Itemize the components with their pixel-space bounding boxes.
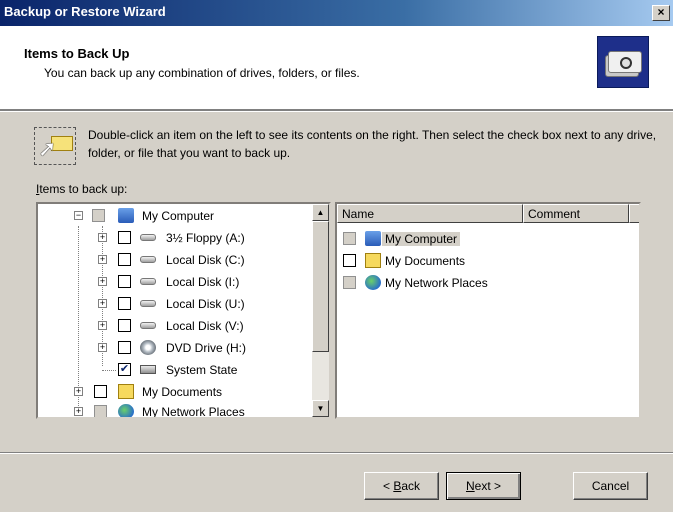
tree-item-label: Local Disk (C:) xyxy=(166,253,245,267)
tree-checkbox[interactable] xyxy=(118,319,131,332)
double-click-hint-icon: ➚ xyxy=(34,127,76,165)
tree-checkbox[interactable] xyxy=(118,253,131,266)
expand-icon[interactable]: + xyxy=(98,233,107,242)
tree-item-my-documents[interactable]: + My Documents xyxy=(38,382,314,402)
network-places-icon xyxy=(365,275,381,290)
tree-checkbox[interactable] xyxy=(118,231,131,244)
computer-icon xyxy=(118,208,134,223)
tree-item-label: 3½ Floppy (A:) xyxy=(166,231,245,245)
items-tree-view[interactable]: − My Computer + 3½ Floppy (A:) + Local D… xyxy=(36,202,331,419)
tree-checkbox[interactable] xyxy=(92,209,105,222)
backup-wizard-icon xyxy=(597,36,649,88)
list-checkbox[interactable] xyxy=(343,276,356,289)
tree-item-network-places[interactable]: + My Network Places xyxy=(38,402,314,419)
tree-item-label: Local Disk (V:) xyxy=(166,319,244,333)
my-documents-icon xyxy=(118,384,134,399)
expand-icon[interactable]: + xyxy=(98,255,107,264)
expand-icon[interactable]: + xyxy=(98,277,107,286)
hard-drive-icon xyxy=(140,278,156,285)
tree-item-my-computer[interactable]: − My Computer xyxy=(38,206,314,226)
next-button[interactable]: Next > xyxy=(446,472,521,500)
tree-item-local-disk-u[interactable]: + Local Disk (U:) xyxy=(38,294,314,314)
tree-item-label: DVD Drive (H:) xyxy=(166,341,246,355)
expand-icon[interactable]: + xyxy=(98,321,107,330)
scrollbar-thumb[interactable] xyxy=(312,221,329,352)
list-item-label: My Documents xyxy=(385,254,466,268)
tree-item-floppy[interactable]: + 3½ Floppy (A:) xyxy=(38,228,314,248)
tree-item-local-disk-i[interactable]: + Local Disk (I:) xyxy=(38,272,314,292)
column-header-spacer xyxy=(629,204,639,223)
network-places-icon xyxy=(118,404,134,417)
hard-drive-icon xyxy=(140,256,156,263)
list-checkbox[interactable] xyxy=(343,254,356,267)
tree-item-local-disk-v[interactable]: + Local Disk (V:) xyxy=(38,316,314,336)
expand-icon[interactable]: + xyxy=(98,343,107,352)
column-header-comment[interactable]: Comment xyxy=(523,204,629,223)
footer-divider xyxy=(0,452,673,454)
tree-item-system-state[interactable]: ✔ System State xyxy=(38,360,314,380)
list-item-network-places[interactable]: My Network Places xyxy=(343,272,623,294)
computer-icon xyxy=(365,231,381,246)
tree-checkbox[interactable] xyxy=(94,405,107,417)
tree-checkbox-checked[interactable]: ✔ xyxy=(118,363,131,376)
tree-item-dvd-drive[interactable]: + DVD Drive (H:) xyxy=(38,338,314,358)
column-header-name[interactable]: Name xyxy=(337,204,523,223)
close-button[interactable]: × xyxy=(652,5,670,21)
page-subtitle: You can back up any combination of drive… xyxy=(44,66,360,80)
expand-icon[interactable]: + xyxy=(98,299,107,308)
title-bar[interactable]: Backup or Restore Wizard × xyxy=(0,0,673,26)
scroll-up-arrow-icon[interactable]: ▲ xyxy=(312,204,329,221)
tree-checkbox[interactable] xyxy=(118,275,131,288)
back-button[interactable]: < Back xyxy=(364,472,439,500)
collapse-icon[interactable]: − xyxy=(74,211,83,220)
tree-checkbox[interactable] xyxy=(94,385,107,398)
hard-drive-icon xyxy=(140,300,156,307)
backup-restore-wizard-window: Backup or Restore Wizard × Items to Back… xyxy=(0,0,673,512)
tree-item-label: System State xyxy=(166,363,238,377)
items-to-back-up-label: Items to back up: xyxy=(36,182,128,196)
wizard-header: Items to Back Up You can back up any com… xyxy=(0,26,673,110)
tree-item-label: Local Disk (U:) xyxy=(166,297,245,311)
tree-item-label: My Documents xyxy=(142,385,223,399)
list-item-my-computer[interactable]: My Computer xyxy=(343,228,623,250)
tree-checkbox[interactable] xyxy=(118,297,131,310)
header-divider xyxy=(0,110,673,112)
list-item-label: My Computer xyxy=(382,232,461,246)
tree-item-local-disk-c[interactable]: + Local Disk (C:) xyxy=(38,250,314,270)
instruction-text: Double-click an item on the left to see … xyxy=(88,128,657,160)
list-checkbox[interactable] xyxy=(343,232,356,245)
tree-item-label: Local Disk (I:) xyxy=(166,275,240,289)
expand-icon[interactable]: + xyxy=(74,387,83,396)
expand-icon[interactable]: + xyxy=(74,407,83,416)
dvd-drive-icon xyxy=(140,340,156,355)
items-list-view[interactable]: Name Comment My Computer My Documents My… xyxy=(335,202,641,419)
tree-item-label: My Computer xyxy=(142,209,215,223)
cancel-button[interactable]: Cancel xyxy=(573,472,648,500)
tree-vertical-scrollbar[interactable]: ▲ ▼ xyxy=(312,204,329,417)
list-item-my-documents[interactable]: My Documents xyxy=(343,250,623,272)
tree-checkbox[interactable] xyxy=(118,341,131,354)
list-item-label: My Network Places xyxy=(385,276,488,290)
hard-drive-icon xyxy=(140,322,156,329)
scroll-down-arrow-icon[interactable]: ▼ xyxy=(312,400,329,417)
system-state-icon xyxy=(140,365,156,374)
tree-item-label: My Network Places xyxy=(142,405,245,419)
floppy-drive-icon xyxy=(140,234,156,241)
window-title: Backup or Restore Wizard xyxy=(4,4,166,19)
my-documents-icon xyxy=(365,253,381,268)
page-title: Items to Back Up xyxy=(24,46,130,61)
